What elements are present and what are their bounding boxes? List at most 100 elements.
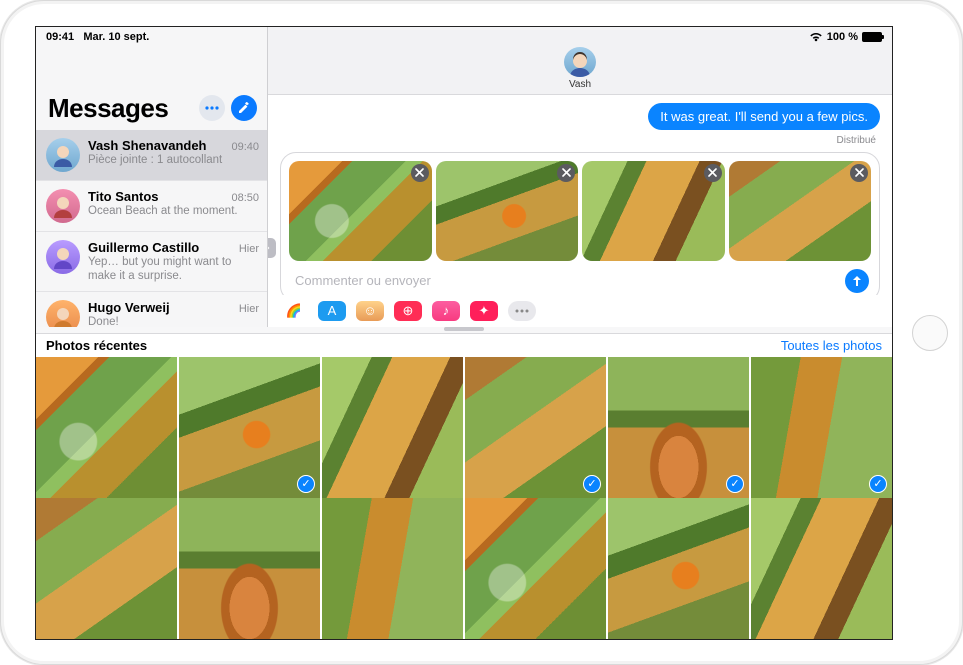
stickers-app[interactable]: ✦ [470, 301, 498, 321]
staged-photo[interactable] [729, 161, 872, 261]
expand-staged-button[interactable] [268, 238, 276, 258]
remove-photo-button[interactable] [850, 164, 868, 182]
photo-thumbnail[interactable]: ✓ [608, 357, 749, 498]
drag-handle[interactable] [444, 327, 484, 331]
conversation-row[interactable]: Tito Santos 08:50 Ocean Beach at the mom… [36, 181, 267, 232]
close-icon [415, 168, 424, 177]
photo-image [36, 357, 177, 498]
staged-photos-row [289, 161, 871, 261]
photo-image [322, 357, 463, 498]
compose-button[interactable] [231, 95, 257, 121]
photo-thumbnail[interactable] [179, 498, 320, 639]
staged-photo[interactable] [582, 161, 725, 261]
memoji-icon [567, 51, 593, 77]
home-button[interactable] [912, 315, 948, 351]
remove-photo-button[interactable] [704, 164, 722, 182]
memoji-icon [51, 194, 75, 218]
photo-image [179, 498, 320, 639]
app-drawer: 🌈 A ☺ ⊕ ♪ ✦ [268, 295, 892, 327]
avatar [46, 240, 80, 274]
conversation-row[interactable]: Vash Shenavandeh 09:40 Pièce jointe : 1 … [36, 130, 267, 181]
selected-checkmark-icon: ✓ [297, 475, 315, 493]
photo-image [751, 357, 892, 498]
photo-image [36, 498, 177, 639]
close-icon [562, 168, 571, 177]
all-photos-link[interactable]: Toutes les photos [781, 338, 882, 353]
memoji-icon [51, 245, 75, 269]
music-app[interactable]: ♪ [432, 301, 460, 321]
chat-body: It was great. I'll send you a few pics. … [268, 95, 892, 295]
more-apps-button[interactable] [508, 301, 536, 321]
picker-title: Photos récentes [46, 338, 147, 353]
contact-name: Vash [569, 79, 591, 90]
ipad-device-frame: 09:41 Mar. 10 sept. 100 % Messages [0, 0, 963, 665]
photo-thumbnail[interactable]: ✓ [751, 357, 892, 498]
compose-icon [237, 101, 251, 115]
battery-icon [862, 32, 882, 42]
avatar [46, 300, 80, 326]
photo-thumbnail[interactable] [465, 498, 606, 639]
ellipsis-icon [515, 309, 529, 313]
photo-thumbnail[interactable] [751, 498, 892, 639]
conversation-preview: Pièce jointe : 1 autocollant [88, 153, 259, 167]
search-images-app[interactable]: ⊕ [394, 301, 422, 321]
ellipsis-icon [205, 106, 219, 110]
close-icon [708, 168, 717, 177]
close-icon [855, 168, 864, 177]
photo-thumbnail[interactable] [322, 357, 463, 498]
conversation-preview: Yep… but you might want to make it a sur… [88, 255, 259, 284]
screen: 09:41 Mar. 10 sept. 100 % Messages [35, 26, 893, 640]
send-button[interactable] [845, 269, 869, 293]
photo-image [322, 498, 463, 639]
conversation-row[interactable]: Hugo Verweij Hier Done! [36, 292, 267, 326]
conversations-list: Vash Shenavandeh 09:40 Pièce jointe : 1 … [36, 130, 267, 327]
conversations-sidebar: Messages Vash Shenavandeh 09:40 Pièce jo… [36, 27, 268, 327]
avatar [46, 138, 80, 172]
photo-grid-row-2 [36, 498, 892, 639]
photo-thumbnail[interactable] [322, 498, 463, 639]
remove-photo-button[interactable] [557, 164, 575, 182]
chevron-right-icon [268, 243, 271, 253]
selected-checkmark-icon: ✓ [869, 475, 887, 493]
sent-message-bubble[interactable]: It was great. I'll send you a few pics. [648, 103, 880, 130]
photo-grid-row-1: ✓ ✓ ✓ ✓ [36, 357, 892, 498]
memoji-icon [51, 305, 75, 326]
remove-photo-button[interactable] [411, 164, 429, 182]
photo-picker-header: Photos récentes Toutes les photos [36, 333, 892, 357]
conversation-row[interactable]: Guillermo Castillo Hier Yep… but you mig… [36, 232, 267, 293]
staged-photo[interactable] [289, 161, 432, 261]
photo-image [179, 357, 320, 498]
conversation-preview: Done! [88, 315, 259, 326]
app-title: Messages [48, 93, 193, 124]
avatar [46, 189, 80, 223]
conversation-time: 09:40 [231, 141, 259, 153]
contact-avatar [564, 47, 596, 77]
conversation-name: Tito Santos [88, 189, 159, 204]
delivery-status: Distribué [280, 135, 880, 146]
photo-image [465, 498, 606, 639]
selected-checkmark-icon: ✓ [583, 475, 601, 493]
photo-image [608, 357, 749, 498]
chat-pane: Vash It was great. I'll send you a few p… [268, 27, 892, 327]
photo-thumbnail[interactable]: ✓ [179, 357, 320, 498]
more-button[interactable] [199, 95, 225, 121]
photo-image [465, 357, 606, 498]
battery-pct: 100 % [827, 31, 858, 43]
photos-app[interactable]: 🌈 [280, 301, 308, 321]
photo-image [608, 498, 749, 639]
photo-thumbnail[interactable] [36, 357, 177, 498]
appstore-app[interactable]: A [318, 301, 346, 321]
photo-thumbnail[interactable]: ✓ [465, 357, 606, 498]
staged-photo[interactable] [436, 161, 579, 261]
conversation-name: Vash Shenavandeh [88, 138, 207, 153]
staged-photos-area: Commenter ou envoyer [280, 152, 880, 295]
status-date: Mar. 10 sept. [83, 31, 149, 43]
conversation-time: Hier [239, 243, 259, 255]
memoji-app[interactable]: ☺ [356, 301, 384, 321]
photo-thumbnail[interactable] [36, 498, 177, 639]
arrow-up-icon [851, 275, 863, 287]
compose-input[interactable]: Commenter ou envoyer [291, 271, 839, 290]
photo-thumbnail[interactable] [608, 498, 749, 639]
sidebar-header: Messages [36, 49, 267, 130]
status-left: 09:41 Mar. 10 sept. [46, 31, 149, 43]
